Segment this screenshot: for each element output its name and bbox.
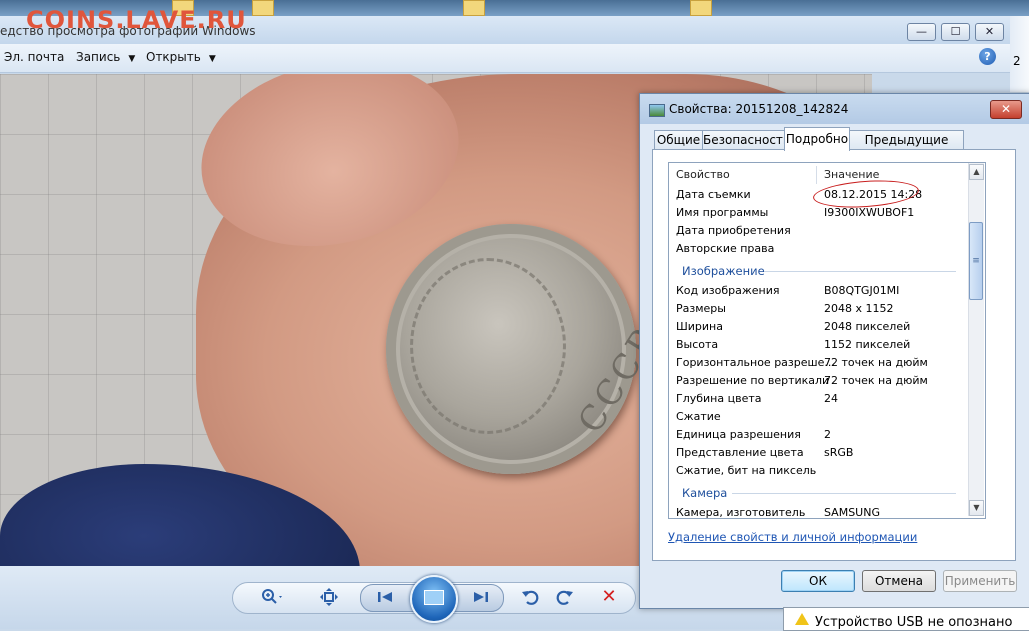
property-label: Имя программы [676,206,769,219]
dialog-close-button[interactable]: ✕ [990,100,1022,119]
group-title-camera: Камера [682,486,728,500]
group-title-image: Изображение [682,264,765,278]
maximize-button[interactable]: ☐ [941,23,970,41]
property-value: 2 [824,428,831,441]
scroll-thumb[interactable]: ≡ [969,222,983,300]
background-window-text: 2 [1013,54,1021,68]
property-label: Глубина цвета [676,392,762,405]
property-label: Дата съемки [676,188,751,201]
property-label: Камера, изготовитель [676,506,806,519]
scroll-up-arrow-icon[interactable]: ▲ [969,164,984,180]
property-label: Сжатие, бит на пиксель [676,464,817,477]
property-value: sRGB [824,446,854,459]
desktop-folder-icon[interactable] [690,0,712,16]
property-label: Представление цвета [676,446,804,459]
property-label: Горизонтальное разреше... [676,356,835,369]
scroll-down-arrow-icon[interactable]: ▼ [969,500,984,516]
desktop-folder-icon[interactable] [252,0,274,16]
group-divider [764,271,956,272]
property-label: Высота [676,338,719,351]
apply-button[interactable]: Применить [943,570,1017,592]
property-label: Размеры [676,302,726,315]
tab-general[interactable]: Общие [654,130,703,150]
zoom-icon[interactable] [258,586,284,608]
menu-email[interactable]: Эл. почта [4,50,64,64]
property-value: 72 точек на дюйм [824,356,928,369]
coin-emblem [410,258,566,434]
property-label: Разрешение по вертикали [676,374,830,387]
close-button[interactable]: ✕ [975,23,1004,41]
property-value: 24 [824,392,838,405]
watermark: COINS.LAVE.RU [26,6,247,34]
cancel-button[interactable]: Отмена [862,570,936,592]
fit-to-window-icon[interactable] [316,586,342,608]
previous-icon[interactable] [372,586,398,608]
next-icon[interactable] [468,586,494,608]
minimize-button[interactable]: — [907,23,936,41]
desktop-folder-icon[interactable] [463,0,485,16]
column-divider[interactable] [816,166,817,184]
tab-details[interactable]: Подробно [784,127,850,151]
property-value: I9300IXWUBOF1 [824,206,915,219]
property-label: Сжатие [676,410,721,423]
column-header-property[interactable]: Свойство [676,168,730,181]
dialog-title: Свойства: 20151208_142824 [669,102,849,116]
property-label: Авторские права [676,242,775,255]
group-divider [732,493,956,494]
tab-previous-versions[interactable]: Предыдущие версии [849,130,964,166]
help-button[interactable]: ? [979,48,996,65]
menu-burn[interactable]: Запись ▼ [76,50,135,64]
property-value: 2048 пикселей [824,320,911,333]
property-label: Код изображения [676,284,780,297]
rotate-counterclockwise-icon[interactable] [518,586,544,608]
tab-security[interactable]: Безопасность [702,130,790,150]
image-file-icon [649,104,665,117]
column-header-value[interactable]: Значение [824,168,879,181]
property-value: 2048 x 1152 [824,302,894,315]
property-value: 72 точек на дюйм [824,374,928,387]
properties-scrollbar[interactable] [968,163,984,516]
notification-text: Устройство USB не опознано [815,615,1013,630]
ok-button[interactable]: ОК [781,570,855,592]
property-value: SAMSUNG [824,506,880,519]
property-value: B08QTGJ01MI [824,284,900,297]
chevron-down-icon: ▼ [128,54,136,64]
property-label: Ширина [676,320,723,333]
rotate-clockwise-icon[interactable] [551,586,577,608]
property-label: Единица разрешения [676,428,801,441]
property-label: Дата приобретения [676,224,791,237]
delete-icon[interactable]: ✕ [596,586,622,608]
menu-open[interactable]: Открыть ▼ [146,50,216,64]
remove-properties-link[interactable]: Удаление свойств и личной информации [668,530,917,544]
slideshow-icon [424,590,444,605]
chevron-down-icon: ▼ [208,54,216,64]
warning-icon [795,613,809,625]
property-value: 1152 пикселей [824,338,911,351]
